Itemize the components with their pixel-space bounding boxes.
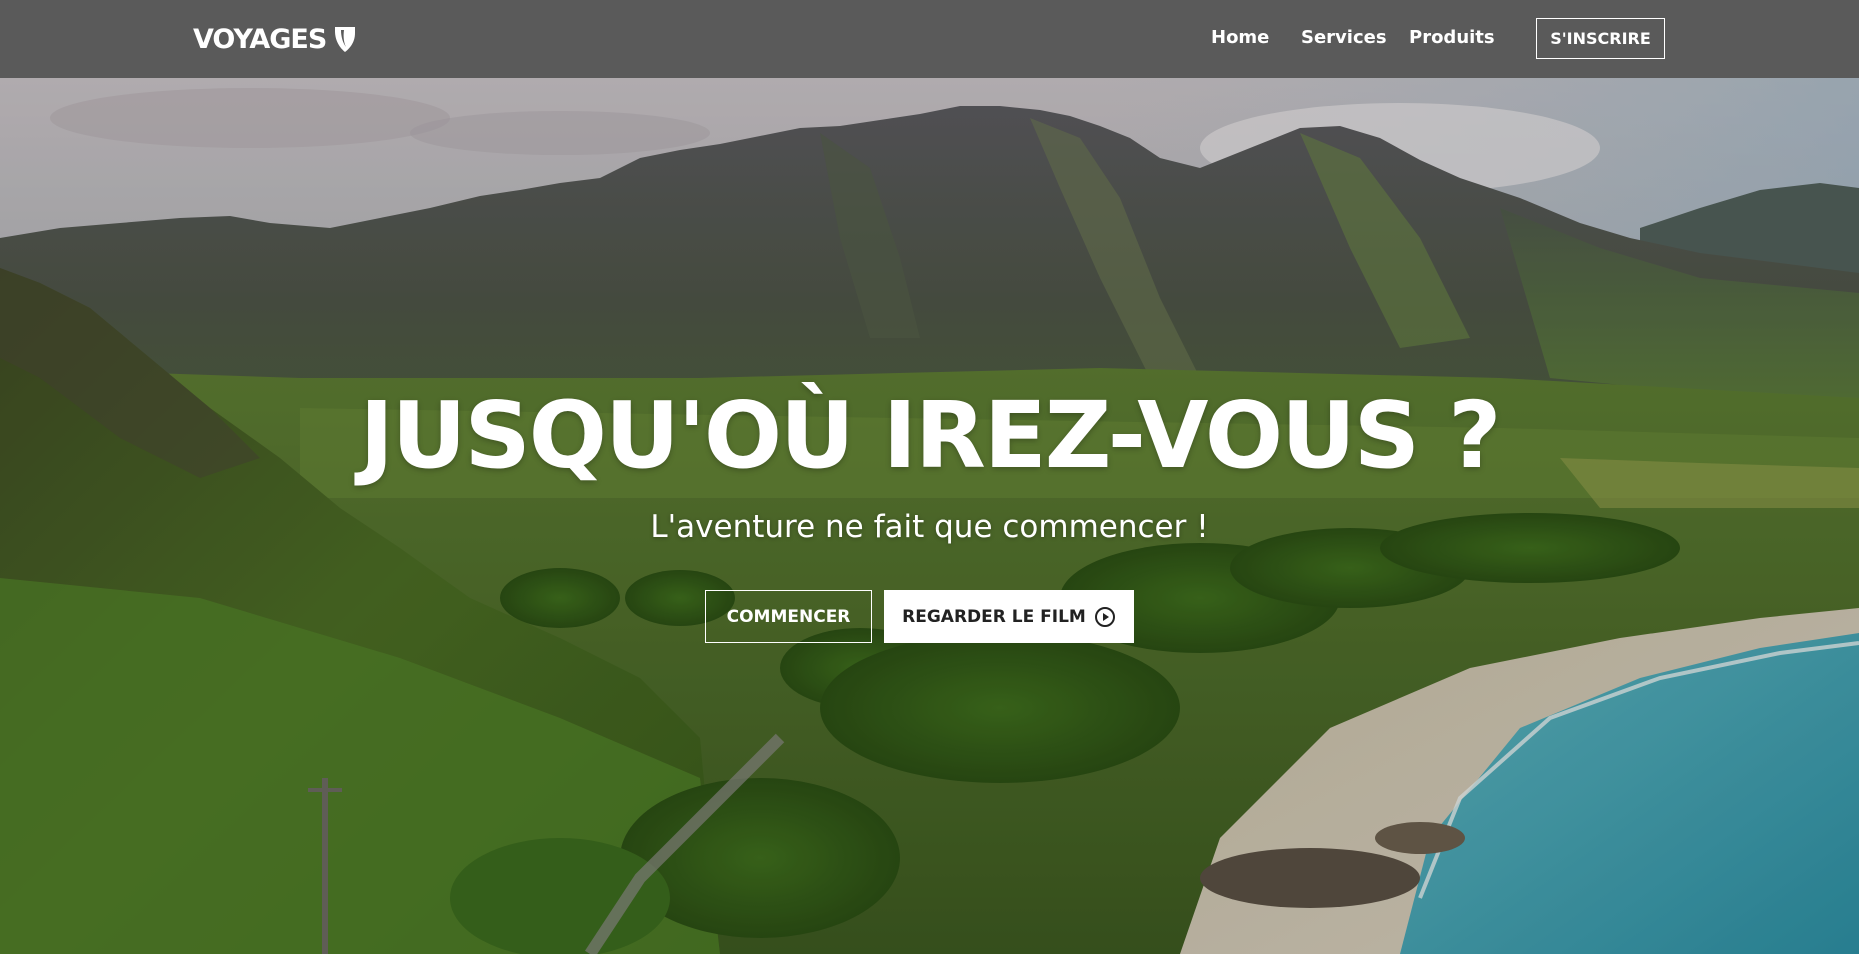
watch-film-button[interactable]: REGARDER LE FILM: [884, 590, 1134, 643]
navbar: VOYAGES Home Services Produits S'INSCRIR…: [0, 0, 1859, 78]
signup-button[interactable]: S'INSCRIRE: [1536, 18, 1665, 59]
play-circle-icon: [1094, 606, 1116, 628]
brand-logo[interactable]: VOYAGES: [193, 20, 358, 58]
start-button[interactable]: COMMENCER: [705, 590, 872, 643]
typo3-shield-icon: [332, 25, 358, 53]
brand-name: VOYAGES: [193, 23, 327, 55]
hero-subtitle: L'aventure ne fait que commencer !: [650, 509, 1209, 545]
nav-link-produits[interactable]: Produits: [1409, 27, 1495, 48]
hero-title: JUSQU'OÙ IREZ-VOUS ?: [359, 382, 1502, 489]
nav-link-home[interactable]: Home: [1211, 27, 1269, 48]
hero-section: JUSQU'OÙ IREZ-VOUS ? L'aventure ne fait …: [0, 78, 1859, 954]
watch-film-label: REGARDER LE FILM: [902, 606, 1086, 627]
nav-link-services[interactable]: Services: [1301, 27, 1387, 48]
